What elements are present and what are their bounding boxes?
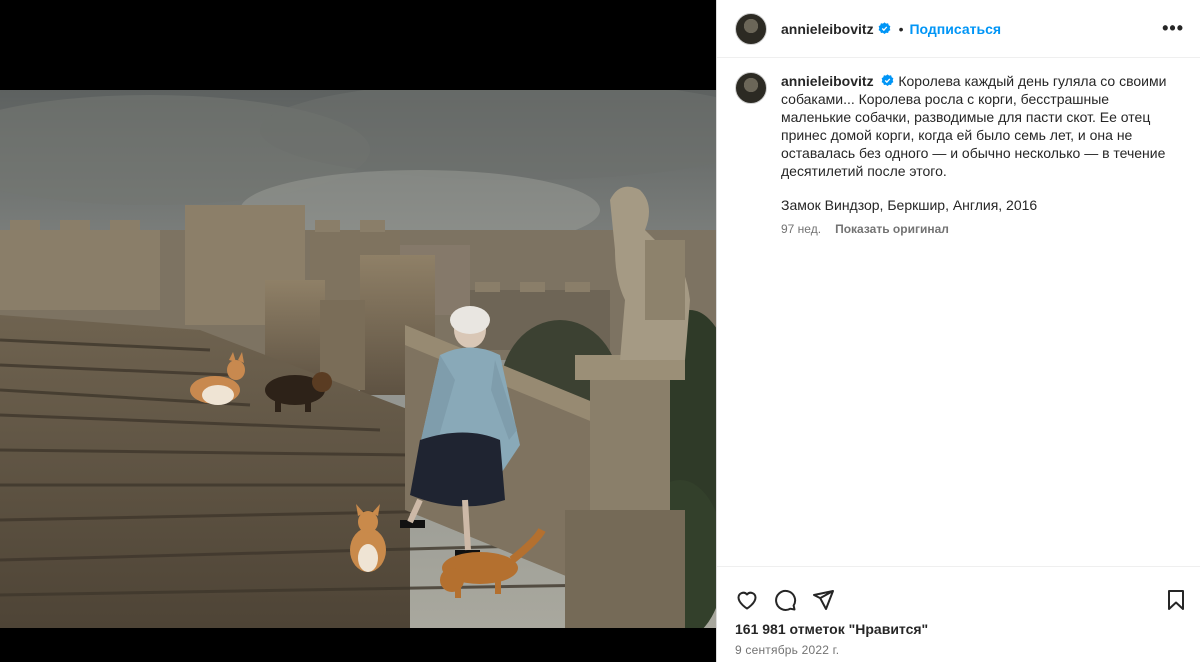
- caption-author-avatar[interactable]: [735, 72, 767, 104]
- more-options-icon[interactable]: •••: [1162, 18, 1184, 39]
- verified-badge-icon: [881, 74, 894, 87]
- post-caption: annieleibovitz Королева каждый день гуля…: [717, 58, 1200, 238]
- show-original-button[interactable]: Показать оригинал: [835, 220, 949, 238]
- post-media: [0, 0, 716, 662]
- separator-dot: •: [898, 20, 904, 37]
- author-avatar[interactable]: [735, 12, 767, 45]
- post-side-panel: annieleibovitz • Подписаться ••• anniele…: [716, 0, 1200, 662]
- post-header: annieleibovitz • Подписаться •••: [717, 0, 1200, 58]
- post-date[interactable]: 9 сентябрь 2022 г.: [717, 643, 1200, 657]
- caption-body: annieleibovitz Королева каждый день гуля…: [781, 72, 1181, 238]
- post-actions: 161 981 отметок "Нравится" 9 сентябрь 20…: [717, 566, 1200, 662]
- verified-badge-icon: [878, 22, 891, 35]
- paper-plane-icon[interactable]: [811, 588, 835, 612]
- heart-icon[interactable]: [735, 588, 759, 612]
- post-age[interactable]: 97 нед.: [781, 220, 821, 238]
- action-icons: [717, 567, 1200, 619]
- bookmark-icon[interactable]: [1164, 588, 1188, 612]
- comment-icon[interactable]: [773, 588, 797, 612]
- follow-button[interactable]: Подписаться: [909, 21, 1001, 37]
- caption-meta: 97 нед. Показать оригинал: [781, 220, 1181, 238]
- likes-count[interactable]: 161 981 отметок "Нравится": [717, 621, 1200, 637]
- caption-location-line: Замок Виндзор, Беркшир, Англия, 2016: [781, 197, 1038, 213]
- author-username[interactable]: annieleibovitz: [781, 21, 874, 37]
- post-photo[interactable]: [0, 90, 716, 628]
- photo-illustration: [0, 90, 716, 628]
- caption-author-username[interactable]: annieleibovitz: [781, 73, 874, 89]
